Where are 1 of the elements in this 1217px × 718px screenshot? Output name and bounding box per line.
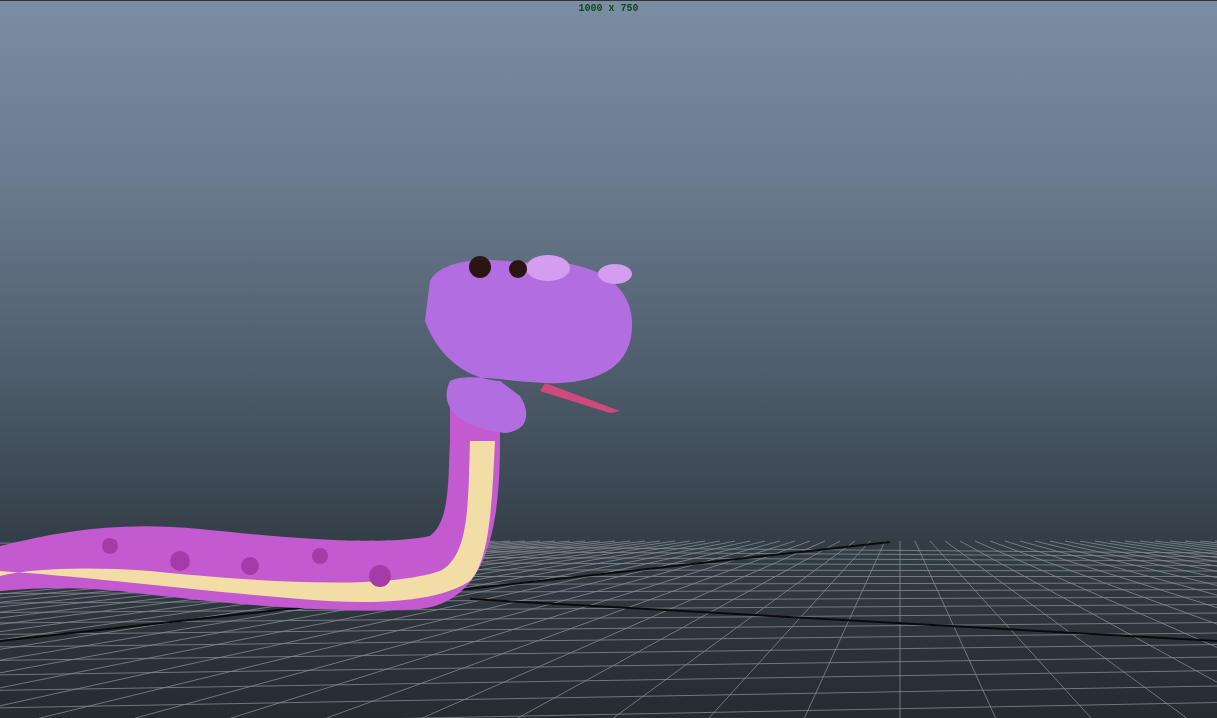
resolution-label: 1000 x 750	[578, 4, 639, 14]
